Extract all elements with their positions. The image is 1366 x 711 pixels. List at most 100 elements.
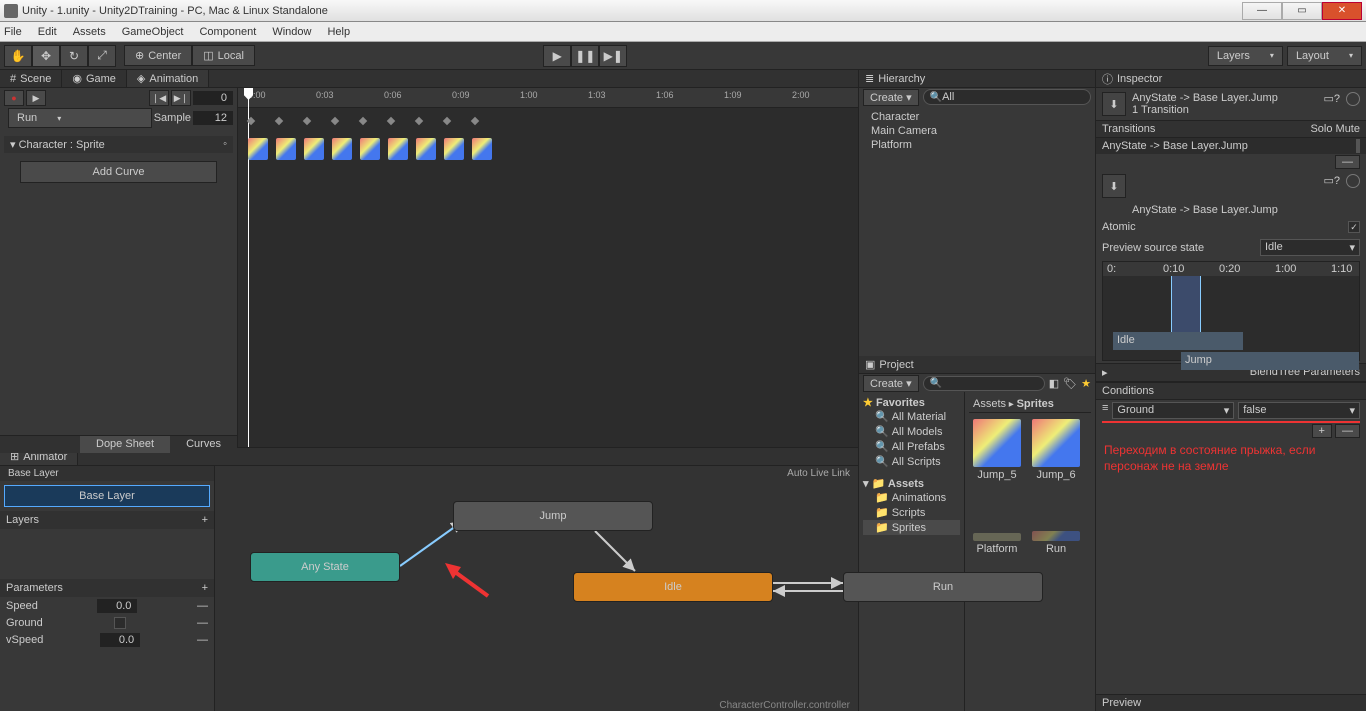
clip-dropdown[interactable]: Run	[8, 108, 152, 128]
transition-list-item[interactable]: AnyState -> Base Layer.Jump	[1096, 138, 1366, 154]
favorite-item[interactable]: 🔍All Material	[863, 409, 960, 424]
hierarchy-create-button[interactable]: Create ▾	[863, 89, 919, 106]
preview-header[interactable]: Preview	[1096, 694, 1366, 711]
menu-assets[interactable]: Assets	[73, 26, 106, 38]
favorite-icon[interactable]: ★	[1081, 377, 1091, 390]
tab-game[interactable]: ◉Game	[62, 70, 127, 87]
layer-breadcrumb[interactable]: Base Layer	[0, 466, 214, 481]
favorites-folder[interactable]: ★ Favorites	[863, 396, 960, 409]
param-row-speed[interactable]: Speed0.0—	[0, 597, 214, 615]
layout-dropdown[interactable]: Layout	[1287, 46, 1362, 66]
play-button[interactable]: ▶	[543, 45, 571, 67]
project-header[interactable]: ▣Project	[859, 356, 1095, 374]
state-jump[interactable]: Jump	[453, 501, 653, 531]
param-row-vspeed[interactable]: vSpeed0.0—	[0, 631, 214, 649]
animator-graph[interactable]: Auto Live Link Any State Jump Idle Run	[215, 466, 858, 711]
tab-scene[interactable]: #Scene	[0, 70, 62, 87]
layers-dropdown[interactable]: Layers	[1208, 46, 1283, 66]
next-key-button[interactable]: ▶❘	[171, 90, 191, 106]
state-run[interactable]: Run	[843, 572, 1043, 602]
prev-key-button[interactable]: ❘◀	[149, 90, 169, 106]
help-icon[interactable]: ▭?	[1323, 92, 1340, 105]
favorite-item[interactable]: 🔍All Prefabs	[863, 439, 960, 454]
inspector-header[interactable]: ⓘInspector	[1096, 70, 1366, 88]
timeline-ruler[interactable]: 0:00 0:03 0:06 0:09 1:00 1:03 1:06 1:09 …	[238, 88, 858, 108]
pause-button[interactable]: ❚❚	[571, 45, 599, 67]
asset-thumb[interactable]: Jump_6	[1028, 419, 1084, 481]
transition-timeline[interactable]: 0: 0:10 0:20 1:00 1:10 Idle Jump	[1102, 261, 1360, 361]
scale-tool-button[interactable]: ⤢	[88, 45, 116, 67]
param-row-ground[interactable]: Ground—	[0, 615, 214, 631]
hierarchy-item[interactable]: Character	[871, 110, 1083, 124]
menu-file[interactable]: File	[4, 26, 22, 38]
menu-gameobject[interactable]: GameObject	[122, 26, 184, 38]
layer-item[interactable]: Base Layer	[4, 485, 210, 507]
anim-play-button[interactable]: ▶	[26, 90, 46, 106]
asset-thumb[interactable]: Jump_5	[969, 419, 1025, 481]
curves-tab[interactable]: Curves	[170, 436, 237, 453]
hierarchy-item[interactable]: Main Camera	[871, 124, 1083, 138]
keyframe[interactable]	[387, 117, 395, 125]
mute-checkbox[interactable]	[1358, 139, 1360, 153]
asset-thumb[interactable]: Platform	[969, 513, 1025, 555]
idle-clip-bar[interactable]: Idle	[1113, 332, 1243, 350]
drag-handle-icon[interactable]: ≡	[1102, 402, 1108, 419]
keyframe[interactable]	[331, 117, 339, 125]
animation-timeline[interactable]: 0:00 0:03 0:06 0:09 1:00 1:03 1:06 1:09 …	[238, 88, 858, 447]
project-search[interactable]: 🔍	[923, 376, 1045, 391]
folder-item[interactable]: 📁 Scripts	[863, 505, 960, 520]
keyframe[interactable]	[415, 117, 423, 125]
assets-folder[interactable]: ▾ 📁 Assets	[863, 477, 960, 490]
keyframe[interactable]	[359, 117, 367, 125]
add-condition-button[interactable]: +	[1312, 424, 1332, 438]
keyframe[interactable]	[275, 117, 283, 125]
menu-window[interactable]: Window	[272, 26, 311, 38]
hierarchy-header[interactable]: ≣Hierarchy	[859, 70, 1095, 88]
favorite-item[interactable]: 🔍All Models	[863, 424, 960, 439]
menu-edit[interactable]: Edit	[38, 26, 57, 38]
keyframe[interactable]	[471, 117, 479, 125]
settings-icon[interactable]	[1346, 174, 1360, 188]
add-curve-button[interactable]: Add Curve	[20, 161, 217, 183]
rotate-tool-button[interactable]: ↻	[60, 45, 88, 67]
add-param-button[interactable]: +	[202, 582, 208, 594]
state-anystate[interactable]: Any State	[250, 552, 400, 582]
tab-animation[interactable]: ◈Animation	[127, 70, 209, 87]
remove-button[interactable]: —	[1335, 155, 1360, 169]
label-icon[interactable]: 🏷	[1063, 377, 1077, 390]
minimize-button[interactable]: —	[1242, 2, 1282, 20]
hand-tool-button[interactable]: ✋	[4, 45, 32, 67]
space-toggle[interactable]: ◫Local	[192, 45, 255, 66]
preview-source-dropdown[interactable]: Idle▾	[1260, 239, 1360, 256]
keyframe[interactable]	[443, 117, 451, 125]
jump-clip-bar[interactable]: Jump	[1181, 352, 1359, 370]
breadcrumb[interactable]: Assets ▸ Sprites	[969, 396, 1091, 413]
transition-range[interactable]	[1171, 276, 1201, 332]
keyframe[interactable]	[303, 117, 311, 125]
settings-icon[interactable]	[1346, 92, 1360, 106]
close-button[interactable]: ✕	[1322, 2, 1362, 20]
property-row[interactable]: ▾ Character : Sprite◦	[4, 136, 233, 153]
condition-param-dropdown[interactable]: Ground▾	[1112, 402, 1234, 419]
hierarchy-search[interactable]: 🔍All	[923, 89, 1091, 105]
add-layer-button[interactable]: +	[202, 514, 208, 526]
sample-field[interactable]: 12	[193, 111, 233, 125]
condition-value-dropdown[interactable]: false▾	[1238, 402, 1360, 419]
filter-icon[interactable]: ◧	[1049, 377, 1059, 390]
auto-live-link-toggle[interactable]: Auto Live Link	[787, 468, 850, 479]
help-icon[interactable]: ▭?	[1323, 174, 1340, 187]
atomic-checkbox[interactable]	[1348, 221, 1360, 233]
remove-condition-button[interactable]: —	[1335, 424, 1360, 438]
dopesheet-tab[interactable]: Dope Sheet	[80, 436, 170, 453]
param-checkbox[interactable]	[114, 617, 126, 629]
keyframe[interactable]	[247, 117, 255, 125]
folder-item[interactable]: 📁 Animations	[863, 490, 960, 505]
favorite-item[interactable]: 🔍All Scripts	[863, 454, 960, 469]
step-button[interactable]: ▶❚	[599, 45, 627, 67]
frame-field[interactable]: 0	[193, 91, 233, 105]
hierarchy-item[interactable]: Platform	[871, 138, 1083, 152]
asset-thumb[interactable]: Run	[1028, 493, 1084, 555]
record-button[interactable]: ●	[4, 90, 24, 106]
folder-item-selected[interactable]: 📁 Sprites	[863, 520, 960, 535]
pivot-toggle[interactable]: ⊕Center	[124, 45, 192, 66]
